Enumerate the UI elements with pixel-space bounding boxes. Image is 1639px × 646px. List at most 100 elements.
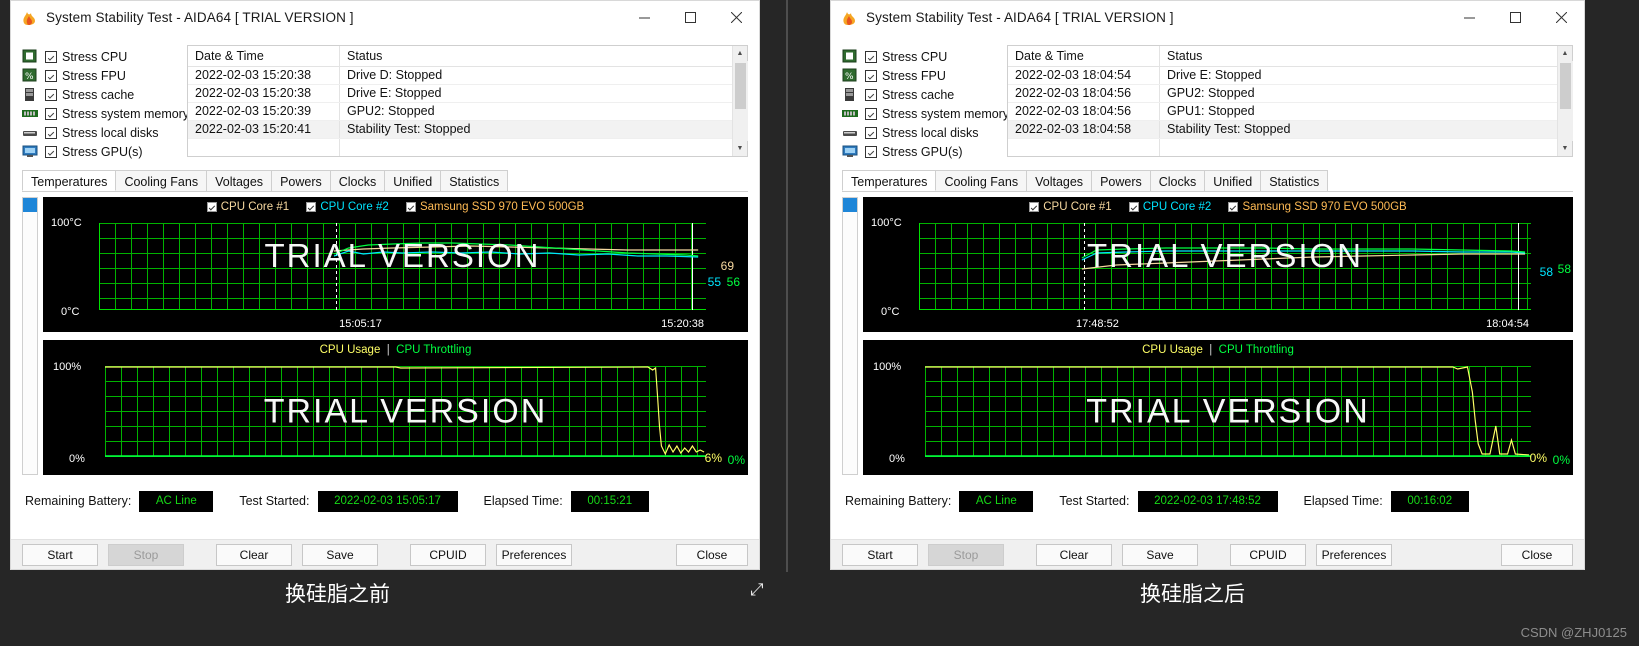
legend-core2[interactable]: CPU Core #2 — [306, 201, 389, 213]
tab-unified[interactable]: Unified — [384, 170, 442, 191]
stress-cache-checkbox[interactable] — [45, 88, 57, 101]
preferences-button[interactable]: Preferences — [496, 543, 572, 566]
stress-fpu-checkbox[interactable] — [865, 69, 877, 82]
clear-button[interactable]: Clear — [216, 543, 292, 566]
stop-button[interactable]: Stop — [108, 543, 184, 566]
table-row[interactable]: 2022-02-03 15:20:39 GPU2: Stopped — [188, 103, 732, 121]
maximize-icon[interactable] — [1492, 1, 1538, 34]
save-button[interactable]: Save — [1122, 543, 1198, 566]
window-title: System Stability Test - AIDA64 [ TRIAL V… — [46, 9, 354, 25]
legend-checkbox[interactable] — [206, 202, 217, 212]
stress-option-memory[interactable]: Stress system memory — [22, 104, 189, 123]
minimize-icon[interactable] — [621, 1, 667, 34]
stress-gpu-checkbox[interactable] — [45, 145, 57, 158]
stress-fpu-checkbox[interactable] — [45, 69, 57, 82]
log-grid-before[interactable]: Date & Time Status 2022-02-03 15:20:38 D… — [187, 45, 748, 157]
close-icon[interactable] — [1538, 1, 1584, 34]
table-row[interactable]: 2022-02-03 15:20:41 Stability Test: Stop… — [188, 121, 732, 139]
log-scrollbar-after[interactable]: ▲ ▼ — [1557, 46, 1573, 156]
stress-disks-checkbox[interactable] — [865, 126, 877, 139]
stress-memory-checkbox[interactable] — [865, 107, 877, 120]
log-cell-status: Drive E: Stopped — [347, 86, 442, 100]
scroll-down-icon[interactable]: ▼ — [733, 141, 748, 156]
legend-checkbox[interactable] — [306, 202, 317, 212]
stress-cache-checkbox[interactable] — [865, 88, 877, 101]
table-row[interactable]: 2022-02-03 15:20:38 Drive D: Stopped — [188, 67, 732, 85]
cpuid-button[interactable]: CPUID — [1230, 543, 1306, 566]
legend-checkbox[interactable] — [1029, 202, 1040, 212]
tab-cooling-fans[interactable]: Cooling Fans — [935, 170, 1028, 191]
stop-button[interactable]: Stop — [928, 543, 1004, 566]
save-button[interactable]: Save — [302, 543, 378, 566]
stress-option-fpu[interactable]: % Stress FPU — [22, 66, 187, 85]
scroll-down-icon[interactable]: ▼ — [1558, 141, 1573, 156]
scrollbar-track[interactable] — [732, 61, 748, 141]
usage-value-throttling: 0% — [1552, 453, 1570, 467]
legend-checkbox[interactable] — [1128, 202, 1139, 212]
tab-powers[interactable]: Powers — [1091, 170, 1151, 191]
legend-ssd[interactable]: Samsung SSD 970 EVO 500GB — [1228, 201, 1407, 213]
clear-button[interactable]: Clear — [1036, 543, 1112, 566]
tab-temperatures[interactable]: Temperatures — [842, 170, 937, 191]
tab-cooling-fans[interactable]: Cooling Fans — [115, 170, 208, 191]
tab-voltages[interactable]: Voltages — [1026, 170, 1093, 191]
caption-after: 换硅脂之后 — [1140, 582, 1245, 606]
tab-statistics[interactable]: Statistics — [440, 170, 509, 191]
tab-statistics[interactable]: Statistics — [1260, 170, 1329, 191]
graph-scrollbar-before[interactable] — [22, 197, 38, 475]
scroll-up-icon[interactable]: ▲ — [1558, 46, 1573, 61]
stress-option-disks[interactable]: Stress local disks — [22, 123, 187, 142]
preferences-button[interactable]: Preferences — [1316, 543, 1392, 566]
usage-axis-max: 100% — [53, 361, 82, 373]
resize-handle-icon[interactable]: ⤢ — [750, 580, 764, 600]
stress-option-cache[interactable]: Stress cache — [842, 85, 1007, 104]
tab-unified[interactable]: Unified — [1204, 170, 1262, 191]
scroll-up-icon[interactable]: ▲ — [733, 46, 748, 61]
close-button[interactable]: Close — [676, 543, 748, 566]
legend-core1[interactable]: CPU Core #1 — [206, 201, 289, 213]
stress-disks-checkbox[interactable] — [45, 126, 57, 139]
stress-option-cpu[interactable]: Stress CPU — [842, 47, 1007, 66]
log-grid-after[interactable]: Date & Time Status 2022-02-03 18:04:54 D… — [1007, 45, 1573, 157]
table-row[interactable]: 2022-02-03 18:04:58 Stability Test: Stop… — [1008, 121, 1557, 139]
table-row[interactable]: 2022-02-03 18:04:54 Drive E: Stopped — [1008, 67, 1557, 85]
legend-checkbox[interactable] — [1228, 202, 1239, 212]
table-row[interactable]: 2022-02-03 18:04:56 GPU2: Stopped — [1008, 85, 1557, 103]
cpuid-button[interactable]: CPUID — [410, 543, 486, 566]
scrollbar-thumb[interactable] — [843, 198, 857, 212]
close-icon[interactable] — [713, 1, 759, 34]
stress-gpu-checkbox[interactable] — [865, 145, 877, 158]
log-scrollbar-before[interactable]: ▲ ▼ — [732, 46, 748, 156]
table-row[interactable]: 2022-02-03 15:20:38 Drive E: Stopped — [188, 85, 732, 103]
close-button[interactable]: Close — [1501, 543, 1573, 566]
stress-option-memory[interactable]: Stress system memory — [842, 104, 1009, 123]
start-button[interactable]: Start — [842, 543, 918, 566]
stress-option-gpu[interactable]: Stress GPU(s) — [842, 142, 1007, 161]
legend-core2[interactable]: CPU Core #2 — [1128, 201, 1211, 213]
legend-checkbox[interactable] — [405, 202, 416, 212]
stress-cpu-checkbox[interactable] — [865, 50, 877, 63]
stress-option-cpu[interactable]: Stress CPU — [22, 47, 187, 66]
scrollbar-thumb[interactable] — [1559, 63, 1571, 109]
stress-option-gpu[interactable]: Stress GPU(s) — [22, 142, 187, 161]
table-row[interactable]: 2022-02-03 18:04:56 GPU1: Stopped — [1008, 103, 1557, 121]
tab-powers[interactable]: Powers — [271, 170, 331, 191]
legend-ssd[interactable]: Samsung SSD 970 EVO 500GB — [405, 201, 584, 213]
scrollbar-track[interactable] — [1557, 61, 1573, 141]
legend-core1[interactable]: CPU Core #1 — [1029, 201, 1112, 213]
stress-option-disks[interactable]: Stress local disks — [842, 123, 1007, 142]
stress-cpu-checkbox[interactable] — [45, 50, 57, 63]
start-button[interactable]: Start — [22, 543, 98, 566]
minimize-icon[interactable] — [1446, 1, 1492, 34]
tab-voltages[interactable]: Voltages — [206, 170, 273, 191]
stress-option-fpu[interactable]: % Stress FPU — [842, 66, 1007, 85]
stress-memory-checkbox[interactable] — [45, 107, 57, 120]
scrollbar-thumb[interactable] — [23, 198, 37, 212]
tab-clocks[interactable]: Clocks — [1149, 170, 1206, 191]
tab-temperatures[interactable]: Temperatures — [22, 170, 117, 191]
graph-scrollbar-after[interactable] — [842, 197, 858, 475]
maximize-icon[interactable] — [667, 1, 713, 34]
tab-clocks[interactable]: Clocks — [329, 170, 386, 191]
stress-option-cache[interactable]: Stress cache — [22, 85, 187, 104]
scrollbar-thumb[interactable] — [734, 63, 746, 109]
